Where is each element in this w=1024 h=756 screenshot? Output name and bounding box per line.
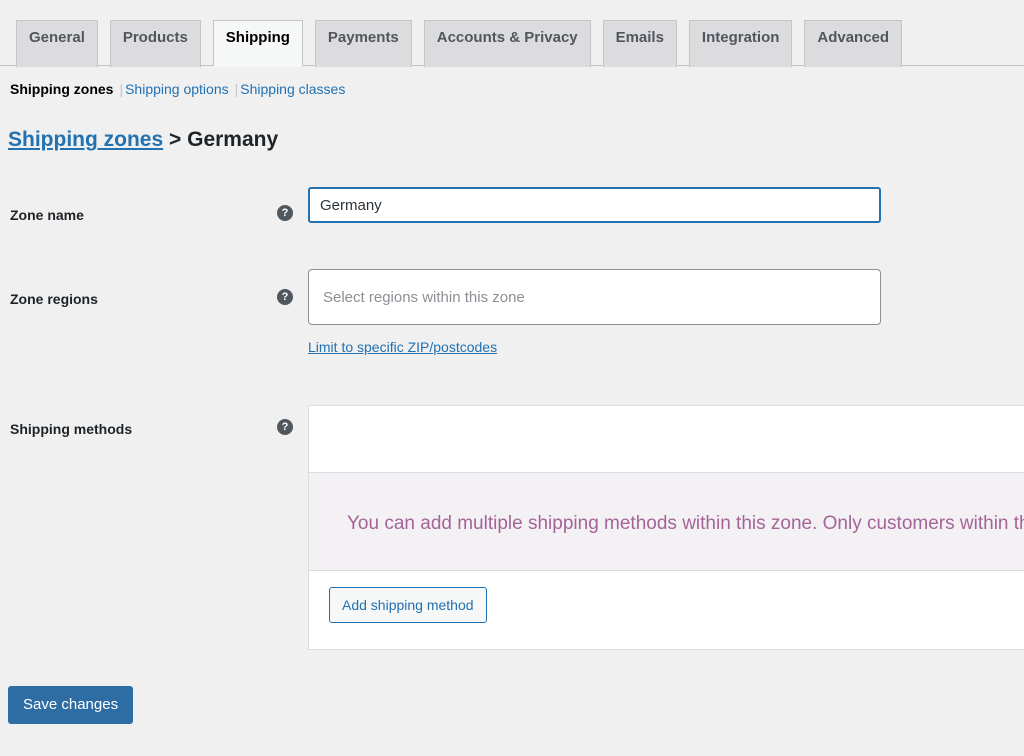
- tab-accounts-privacy[interactable]: Accounts & Privacy: [423, 20, 591, 67]
- zone-name-label: Zone name: [10, 207, 84, 223]
- tab-general[interactable]: General: [16, 20, 98, 67]
- breadcrumb-separator: >: [169, 128, 182, 151]
- help-icon-zone-regions[interactable]: ?: [277, 289, 293, 305]
- zone-regions-placeholder: Select regions within this zone: [323, 289, 525, 306]
- subnav-item-shipping-options[interactable]: Shipping options: [125, 81, 229, 97]
- tab-products[interactable]: Products: [109, 20, 201, 67]
- help-icon-shipping-methods[interactable]: ?: [277, 419, 293, 435]
- tab-shipping[interactable]: Shipping: [212, 20, 303, 67]
- subnav-separator-1: |: [119, 81, 124, 97]
- shipping-methods-label: Shipping methods: [10, 421, 133, 437]
- shipping-methods-table-header: Title: [309, 406, 1024, 473]
- subnav-link-shipping-options[interactable]: Shipping options: [125, 81, 229, 97]
- save-changes-button[interactable]: Save changes: [8, 686, 134, 724]
- limit-to-zip-postcodes-link[interactable]: Limit to specific ZIP/postcodes: [308, 337, 497, 357]
- subnav-label-shipping-zones: Shipping zones: [10, 81, 114, 97]
- shipping-methods-table: Title You can add multiple shipping meth…: [308, 405, 1024, 650]
- breadcrumb: Shipping zones > Germany: [8, 126, 278, 154]
- breadcrumb-link-shipping-zones[interactable]: Shipping zones: [8, 128, 163, 151]
- help-icon-zone-name[interactable]: ?: [277, 205, 293, 221]
- add-shipping-method-button[interactable]: Add shipping method: [329, 587, 487, 623]
- shipping-methods-empty-message: You can add multiple shipping methods wi…: [347, 513, 1024, 534]
- shipping-zone-settings-page: General Products Shipping Payments Accou…: [0, 0, 1024, 756]
- tab-emails[interactable]: Emails: [602, 20, 677, 67]
- shipping-methods-empty-row: You can add multiple shipping methods wi…: [309, 473, 1024, 571]
- zone-regions-select[interactable]: Select regions within this zone: [308, 269, 881, 325]
- shipping-subnav: Shipping zones | Shipping options | Shipping…: [10, 79, 345, 99]
- tab-payments[interactable]: Payments: [314, 20, 412, 67]
- subnav-item-shipping-classes[interactable]: Shipping classes: [240, 81, 345, 97]
- subnav-item-shipping-zones[interactable]: Shipping zones: [10, 81, 113, 97]
- zone-regions-label: Zone regions: [10, 291, 98, 307]
- settings-tab-bar: General Products Shipping Payments Accou…: [0, 0, 1024, 67]
- zone-name-input[interactable]: [308, 187, 881, 223]
- tab-advanced[interactable]: Advanced: [804, 20, 903, 67]
- subnav-separator-2: |: [234, 81, 239, 97]
- subnav-link-shipping-classes[interactable]: Shipping classes: [240, 81, 345, 97]
- tab-integration[interactable]: Integration: [688, 20, 793, 67]
- breadcrumb-current-zone: Germany: [187, 128, 279, 151]
- shipping-methods-table-footer: Add shipping method: [309, 571, 1024, 649]
